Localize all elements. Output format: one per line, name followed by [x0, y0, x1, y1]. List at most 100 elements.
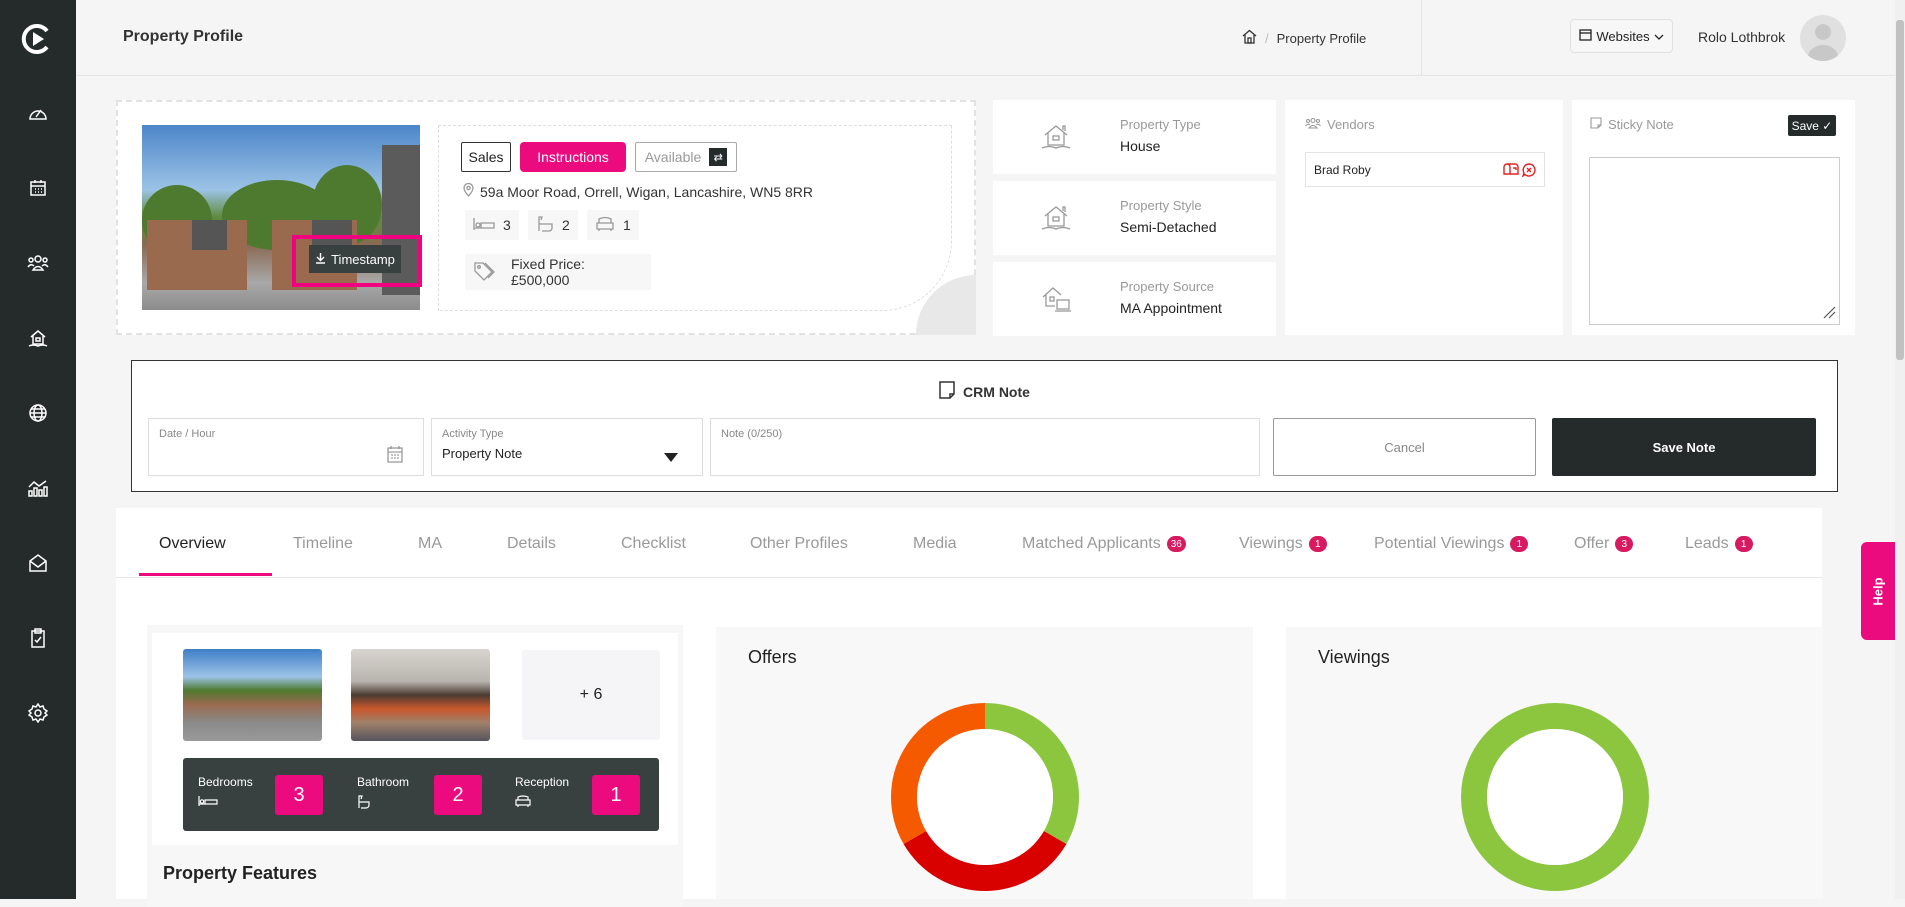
viewings-donut-chart	[1461, 703, 1649, 891]
activity-type-select[interactable]: Activity Type Property Note	[431, 418, 703, 476]
analytics-chart-icon[interactable]	[26, 476, 50, 500]
count-badge: 36	[1166, 536, 1186, 552]
settings-gear-icon[interactable]	[26, 701, 50, 725]
timestamp-button[interactable]: Timestamp	[309, 245, 401, 273]
clipboard-check-icon[interactable]	[26, 626, 50, 650]
dropdown-caret-icon[interactable]	[664, 450, 678, 468]
bed-icon	[473, 217, 495, 234]
vendor-row[interactable]: Brad Roby	[1305, 152, 1545, 187]
top-header: Property Profile / Property Profile Webs…	[76, 0, 1905, 76]
resize-handle-icon[interactable]	[1822, 305, 1836, 319]
tab-details[interactable]: Details	[507, 535, 556, 553]
globe-icon[interactable]	[26, 401, 50, 425]
note-icon	[1590, 117, 1602, 132]
property-features-title: Property Features	[163, 863, 318, 883]
user-name[interactable]: Rolo Lothbrok	[1698, 29, 1785, 45]
users-group-icon[interactable]	[26, 251, 50, 275]
tab-overview[interactable]: Overview	[159, 535, 226, 553]
save-note-button[interactable]: Save Note	[1552, 418, 1816, 476]
sticky-note-save-button[interactable]: Save ✓	[1788, 115, 1836, 136]
gallery-card: + 6 Bedrooms 3 Bathroom 2 Reception 1	[152, 633, 678, 845]
property-style-value: Semi-Detached	[1120, 219, 1217, 235]
vendors-title: Vendors	[1305, 117, 1375, 132]
tab-leads[interactable]: Leads 1	[1685, 535, 1753, 553]
websites-label: Websites	[1596, 28, 1650, 44]
help-button[interactable]: Help	[1861, 542, 1895, 640]
sales-chip[interactable]: Sales	[461, 142, 511, 172]
property-summary-card: Timestamp Sales Instructions Available ⇄…	[116, 100, 976, 335]
sofa-icon	[595, 216, 615, 235]
activity-type-value[interactable]: Property Note	[442, 446, 522, 461]
tab-viewings[interactable]: Viewings 1	[1239, 535, 1327, 553]
photo-thumbnail[interactable]	[183, 649, 322, 741]
profile-tabs-panel: Overview Timeline MA Details Checklist O…	[116, 508, 1823, 907]
property-type-label: Property Type	[1120, 117, 1201, 132]
websites-dropdown-button[interactable]: Websites	[1570, 19, 1673, 53]
bathroom-count-box: 2	[434, 775, 482, 815]
note-field[interactable]: Note (0/250)	[710, 418, 1260, 476]
tab-media[interactable]: Media	[913, 535, 957, 553]
date-hour-field[interactable]: Date / Hour	[148, 418, 424, 476]
bedrooms-count: 3	[465, 210, 519, 240]
offers-donut-chart	[891, 703, 1079, 891]
home-icon[interactable]	[1242, 29, 1257, 47]
property-house-icon[interactable]	[26, 326, 50, 350]
users-group-icon	[1305, 117, 1321, 132]
app-logo-icon[interactable]	[20, 22, 54, 56]
more-photos-button[interactable]: + 6	[522, 650, 660, 740]
user-avatar[interactable]	[1800, 15, 1846, 61]
property-type-card: Property Type House	[993, 100, 1276, 174]
reception-count-box: 1	[592, 775, 640, 815]
calendar-icon[interactable]	[387, 445, 403, 468]
mail-open-icon[interactable]	[26, 551, 50, 575]
instructions-chip[interactable]: Instructions	[520, 142, 626, 172]
swap-status-icon[interactable]: ⇄	[709, 148, 728, 166]
property-source-value: MA Appointment	[1120, 300, 1222, 316]
tab-timeline[interactable]: Timeline	[293, 535, 353, 553]
cancel-button[interactable]: Cancel	[1273, 418, 1536, 476]
offers-chart-card: Offers	[716, 627, 1253, 899]
price-tag-icon	[473, 261, 497, 284]
receptions-count: 1	[587, 210, 639, 240]
bedrooms-count-box: 3	[275, 775, 323, 815]
remove-vendor-icon[interactable]	[1521, 163, 1536, 180]
count-badge: 1	[1510, 536, 1529, 552]
page-scrollbar[interactable]	[1895, 0, 1905, 899]
donut-hole	[917, 729, 1053, 865]
timestamp-label: Timestamp	[331, 251, 395, 267]
tab-checklist[interactable]: Checklist	[621, 535, 686, 553]
tab-other-profiles[interactable]: Other Profiles	[750, 535, 848, 553]
house-laptop-icon	[1041, 284, 1073, 319]
availability-chip[interactable]: Available ⇄	[635, 142, 737, 172]
scrollbar-thumb[interactable]	[1896, 20, 1904, 360]
tab-offer[interactable]: Offer 3	[1574, 535, 1634, 553]
bedrooms-item: Bedrooms	[198, 775, 253, 810]
dashboard-gauge-icon[interactable]	[26, 101, 50, 125]
sticky-note-textarea[interactable]	[1589, 157, 1840, 325]
crm-note-panel: CRM Note Date / Hour Activity Type Prope…	[131, 360, 1838, 492]
property-source-label: Property Source	[1120, 279, 1214, 294]
property-address: 59a Moor Road, Orrell, Wigan, Lancashire…	[463, 182, 813, 200]
mailbox-icon[interactable]	[1503, 163, 1519, 180]
bathroom-item: Bathroom	[357, 775, 409, 812]
tab-potential-viewings[interactable]: Potential Viewings 1	[1374, 535, 1529, 553]
breadcrumb-separator: /	[1265, 30, 1269, 46]
location-pin-icon	[463, 182, 474, 200]
property-style-label: Property Style	[1120, 198, 1202, 213]
tab-bar: Overview Timeline MA Details Checklist O…	[116, 508, 1822, 578]
header-divider	[1421, 0, 1422, 76]
overview-gallery-area: + 6 Bedrooms 3 Bathroom 2 Reception 1 Pr…	[147, 625, 683, 907]
property-info-box: Sales Instructions Available ⇄ 59a Moor …	[438, 125, 952, 311]
activity-type-label: Activity Type	[442, 428, 504, 440]
photo-thumbnail[interactable]	[351, 649, 490, 741]
download-icon	[315, 252, 326, 267]
tab-matched-applicants[interactable]: Matched Applicants 36	[1022, 535, 1186, 553]
tab-ma[interactable]: MA	[418, 535, 442, 553]
sidebar	[0, 0, 76, 899]
bathrooms-count: 2	[528, 210, 578, 240]
chevron-down-icon	[1654, 29, 1664, 44]
vendors-card: Vendors Brad Roby	[1285, 100, 1563, 335]
vendor-name[interactable]: Brad Roby	[1314, 163, 1371, 177]
active-tab-indicator	[139, 573, 272, 576]
calendar-icon[interactable]	[26, 176, 50, 200]
